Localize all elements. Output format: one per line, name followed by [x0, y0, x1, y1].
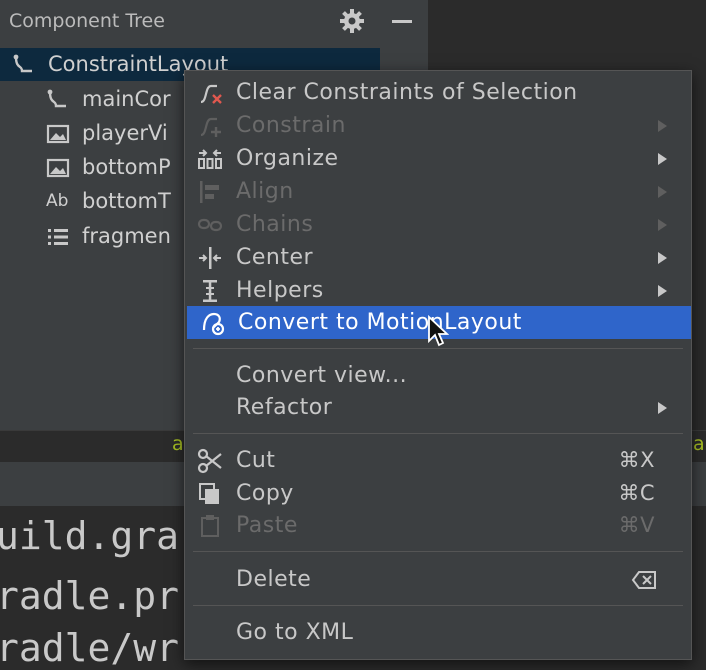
organize-icon: [198, 149, 222, 169]
menu-item-copy[interactable]: Copy ⌘C: [185, 477, 691, 510]
code-line: radle.pr: [0, 574, 180, 618]
strip-text: a: [172, 433, 184, 455]
constraint-layout-icon: [13, 54, 32, 73]
menu-item-label: Clear Constraints of Selection: [236, 80, 578, 105]
menu-separator: [193, 348, 683, 349]
menu-item-cut[interactable]: Cut ⌘X: [185, 444, 691, 477]
copy-icon: [199, 483, 219, 504]
menu-separator: [193, 551, 683, 552]
center-icon: [199, 247, 221, 269]
submenu-arrow-icon: [658, 252, 667, 264]
context-menu: Clear Constraints of Selection Constrain…: [184, 70, 692, 660]
menu-item-helpers[interactable]: Helpers: [185, 274, 691, 307]
menu-separator: [193, 433, 683, 434]
menu-item-label: Cut: [236, 448, 276, 473]
menu-item-label: Chains: [236, 212, 314, 237]
menu-item-align[interactable]: Align: [185, 175, 691, 208]
tree-item-label: playerVi: [82, 121, 168, 145]
chains-icon: [197, 218, 223, 232]
constraint-layout-icon: [47, 89, 66, 108]
menu-item-organize[interactable]: Organize: [185, 142, 691, 175]
motion-layout-icon: [202, 312, 225, 336]
menu-item-label: Refactor: [236, 395, 333, 420]
menu-item-label: Constrain: [236, 113, 346, 138]
menu-item-label: Paste: [236, 513, 298, 538]
submenu-arrow-icon: [658, 153, 667, 165]
list-icon: [48, 229, 68, 245]
delete-key-icon: [631, 571, 656, 589]
gear-icon[interactable]: [337, 6, 367, 36]
menu-item-label: Copy: [236, 481, 294, 506]
menu-item-label: Go to XML: [236, 620, 354, 645]
menu-item-label: Helpers: [236, 278, 324, 303]
shortcut-label: ⌘C: [618, 481, 655, 505]
strip-text: a: [693, 433, 705, 455]
menu-item-paste[interactable]: Paste ⌘V: [185, 509, 691, 542]
menu-item-clear-constraints[interactable]: Clear Constraints of Selection: [185, 76, 691, 109]
menu-item-center[interactable]: Center: [185, 241, 691, 274]
tree-item-label: fragmen: [82, 224, 171, 248]
shortcut-label: ⌘X: [618, 448, 655, 472]
menu-item-delete[interactable]: Delete: [185, 563, 691, 596]
menu-item-convert-view[interactable]: Convert view...: [185, 359, 691, 392]
menu-item-label: Center: [236, 245, 314, 270]
shortcut-label: ⌘V: [618, 513, 655, 537]
scissors-icon: [197, 448, 222, 474]
image-icon: [46, 158, 70, 178]
menu-item-label: Convert to MotionLayout: [238, 310, 522, 335]
code-line: uild.gra: [0, 514, 180, 558]
align-icon: [200, 181, 219, 203]
panel-title: Component Tree: [9, 10, 165, 32]
image-icon: [46, 124, 70, 144]
submenu-arrow-icon: [658, 402, 667, 414]
menu-item-refactor[interactable]: Refactor: [185, 391, 691, 424]
submenu-arrow-icon: [658, 186, 667, 198]
text-icon: Ab: [46, 191, 69, 211]
submenu-arrow-icon: [658, 285, 667, 297]
submenu-arrow-icon: [658, 219, 667, 231]
menu-item-label: Convert view...: [236, 363, 408, 388]
clear-constraints-icon: [200, 84, 222, 104]
menu-item-constrain[interactable]: Constrain: [185, 109, 691, 142]
menu-separator: [193, 605, 683, 606]
menu-item-chains[interactable]: Chains: [185, 208, 691, 241]
mouse-cursor-icon: [428, 315, 449, 347]
minimize-icon[interactable]: [387, 6, 417, 36]
panel-header: Component Tree: [0, 0, 428, 42]
menu-item-label: Organize: [236, 146, 339, 171]
submenu-arrow-icon: [658, 120, 667, 132]
code-line: radle/wr: [0, 626, 180, 670]
tree-item-label: mainCor: [82, 87, 171, 111]
menu-item-label: Delete: [236, 567, 312, 592]
menu-item-go-to-xml[interactable]: Go to XML: [185, 616, 691, 649]
paste-icon: [201, 515, 219, 537]
menu-item-label: Align: [236, 179, 294, 204]
helpers-icon: [203, 280, 217, 302]
tree-item-label: bottomP: [82, 155, 171, 179]
tree-item-label: bottomT: [82, 189, 171, 213]
constrain-icon: [200, 117, 221, 137]
